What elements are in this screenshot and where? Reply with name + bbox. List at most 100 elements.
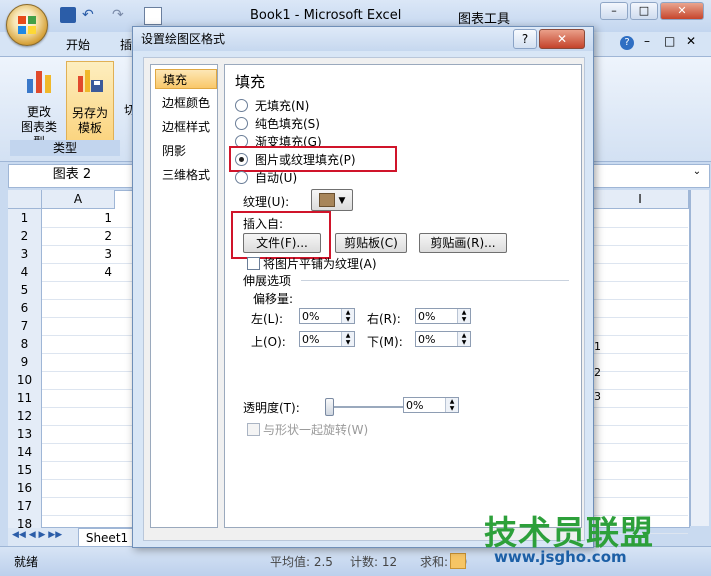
row-header[interactable]: 1: [8, 209, 42, 228]
name-box[interactable]: 图表 2: [8, 164, 137, 186]
transparency-label: 透明度(T):: [243, 401, 300, 415]
office-button[interactable]: [6, 4, 48, 46]
cell-a4[interactable]: 4: [42, 263, 112, 281]
formula-expand-icon[interactable]: ⌄: [690, 166, 704, 182]
column-header-a[interactable]: A: [42, 190, 115, 209]
stretch-options-label: 伸展选项: [243, 274, 292, 288]
dialog-close-button[interactable]: ✕: [539, 29, 585, 49]
left-offset-label: 左(L):: [251, 312, 284, 326]
spin-arrows-icon[interactable]: ▲ ▼: [341, 309, 354, 323]
save-icon[interactable]: [60, 7, 76, 23]
texture-label: 纹理(U):: [243, 195, 290, 209]
minimize-button[interactable]: –: [600, 2, 628, 20]
nav-item-border-style[interactable]: 边框样式: [155, 117, 217, 137]
tile-checkbox[interactable]: [247, 257, 260, 270]
transparency-slider-thumb[interactable]: [325, 398, 334, 416]
row-header[interactable]: 9: [8, 353, 42, 372]
help-icon[interactable]: ?: [620, 36, 634, 50]
row-header[interactable]: 4: [8, 263, 42, 282]
rotate-with-shape-label: 与形状一起旋转(W): [263, 423, 369, 437]
label-no-fill: 无填充(N): [255, 99, 310, 113]
transparency-slider-track[interactable]: [325, 406, 409, 408]
sheet-nav-icons[interactable]: ◀◀ ◀ ▶ ▶▶: [12, 530, 62, 540]
sheet-tab-sheet1[interactable]: Sheet1: [78, 528, 136, 548]
close-window-button[interactable]: ✕: [660, 2, 704, 20]
save-as-template-button[interactable]: 另存为 模板: [66, 61, 114, 149]
normal-view-icon[interactable]: [450, 553, 466, 569]
radio-solid-fill[interactable]: [235, 117, 248, 130]
cell-a2[interactable]: 2: [42, 227, 112, 245]
spin-arrows-icon[interactable]: ▲ ▼: [445, 398, 458, 412]
watermark-brand: 技术员联盟: [484, 513, 654, 552]
nav-item-border-color[interactable]: 边框颜色: [155, 93, 217, 113]
right-offset-label: 右(R):: [367, 312, 401, 326]
tab-insert[interactable]: 插: [120, 36, 132, 53]
radio-automatic[interactable]: [235, 171, 248, 184]
clipart-button[interactable]: 剪贴画(R)...: [419, 233, 507, 253]
row-header[interactable]: 7: [8, 317, 42, 336]
spin-arrows-icon[interactable]: ▲ ▼: [457, 332, 470, 346]
tab-home[interactable]: 开始: [66, 36, 90, 53]
print-preview-icon[interactable]: [144, 7, 162, 25]
save-as-template-label: 另存为 模板: [71, 106, 108, 135]
status-count: 计数: 12: [350, 555, 398, 569]
row-header[interactable]: 5: [8, 281, 42, 300]
label-solid-fill: 纯色填充(S): [255, 117, 320, 131]
panel-heading: 填充: [235, 73, 266, 91]
texture-picker[interactable]: ▼: [311, 189, 353, 211]
top-offset-input[interactable]: 0% ▲ ▼: [299, 331, 355, 347]
nav-item-fill[interactable]: 填充: [155, 69, 217, 89]
radio-no-fill[interactable]: [235, 99, 248, 112]
clipboard-button[interactable]: 剪贴板(C): [335, 233, 407, 253]
row-header[interactable]: 6: [8, 299, 42, 318]
left-offset-value: 0%: [302, 310, 320, 323]
save-template-icon: [78, 70, 103, 92]
row-header[interactable]: 3: [8, 245, 42, 264]
row-header[interactable]: 8: [8, 335, 42, 354]
ribbon-restore-button[interactable]: □: [664, 34, 675, 48]
row-header[interactable]: 14: [8, 443, 42, 462]
column-header-i[interactable]: I: [592, 190, 689, 209]
offsets-label: 偏移量:: [253, 292, 294, 306]
row-header[interactable]: 13: [8, 425, 42, 444]
row-header[interactable]: 15: [8, 461, 42, 480]
row-header[interactable]: 10: [8, 371, 42, 390]
ribbon-minimize-button[interactable]: –: [644, 34, 650, 48]
right-offset-input[interactable]: 0% ▲ ▼: [415, 308, 471, 324]
right-offset-value: 0%: [418, 310, 436, 323]
label-automatic: 自动(U): [255, 171, 298, 185]
undo-icon[interactable]: ↶: [82, 7, 98, 23]
status-ready: 就绪: [14, 555, 39, 569]
spin-arrows-icon[interactable]: ▲ ▼: [457, 309, 470, 323]
redo-icon[interactable]: ↷: [112, 7, 128, 23]
nav-item-shadow[interactable]: 阴影: [155, 141, 217, 161]
maximize-button[interactable]: □: [630, 2, 658, 20]
nav-item-3d-format[interactable]: 三维格式: [155, 165, 217, 185]
rotate-with-shape-checkbox[interactable]: [247, 423, 260, 436]
left-offset-input[interactable]: 0% ▲ ▼: [299, 308, 355, 324]
cell-a3[interactable]: 3: [42, 245, 112, 263]
format-plot-area-dialog: 设置绘图区格式 ? ✕ 填充 边框颜色 边框样式 阴影 三维格式 填充 无填充(…: [132, 26, 594, 548]
chart-axis-label-2: 2: [594, 366, 601, 379]
spin-arrows-icon[interactable]: ▲ ▼: [341, 332, 354, 346]
group-label-type: 类型: [10, 140, 120, 156]
cell-a1[interactable]: 1: [42, 209, 112, 227]
top-offset-label: 上(O):: [251, 335, 286, 349]
transparency-input[interactable]: 0% ▲ ▼: [403, 397, 459, 413]
window-title: Book1 - Microsoft Excel: [250, 8, 402, 23]
row-header[interactable]: 16: [8, 479, 42, 498]
row-header[interactable]: 11: [8, 389, 42, 408]
dialog-title: 设置绘图区格式: [141, 32, 226, 46]
chart-icon: [27, 71, 51, 93]
bottom-offset-input[interactable]: 0% ▲ ▼: [415, 331, 471, 347]
change-chart-type-button[interactable]: 更改 图表类型: [16, 61, 62, 149]
row-header[interactable]: 12: [8, 407, 42, 426]
office-logo-icon: [18, 16, 36, 34]
dialog-help-button[interactable]: ?: [513, 29, 537, 49]
row-header[interactable]: 2: [8, 227, 42, 246]
ribbon-close-button[interactable]: ✕: [686, 34, 696, 48]
select-all-corner[interactable]: [8, 190, 42, 209]
vertical-scrollbar[interactable]: [690, 190, 709, 526]
tile-checkbox-label: 将图片平铺为纹理(A): [263, 257, 377, 271]
row-header[interactable]: 17: [8, 497, 42, 516]
